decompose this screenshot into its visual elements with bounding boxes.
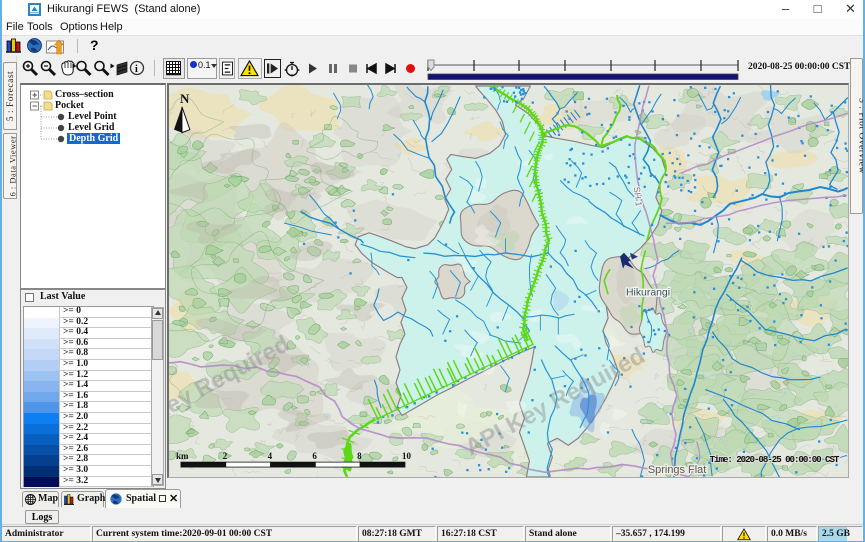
svg-text:10: 10 bbox=[402, 451, 411, 461]
svg-text:8: 8 bbox=[357, 451, 362, 461]
svg-text:km: km bbox=[176, 451, 189, 461]
svg-text:Time: 2020-08-25 00:00:00 CST: Time: 2020-08-25 00:00:00 CST bbox=[710, 454, 840, 465]
svg-text:i: i bbox=[135, 64, 138, 75]
svg-text:N: N bbox=[180, 91, 190, 106]
svg-text:Hikurangi: Hikurangi bbox=[626, 287, 670, 298]
svg-text:SH 1: SH 1 bbox=[632, 186, 644, 207]
svg-text:Springs Flat: Springs Flat bbox=[648, 464, 706, 476]
svg-text:6: 6 bbox=[312, 451, 317, 461]
svg-text:4: 4 bbox=[268, 451, 273, 461]
svg-text:2: 2 bbox=[223, 451, 228, 461]
